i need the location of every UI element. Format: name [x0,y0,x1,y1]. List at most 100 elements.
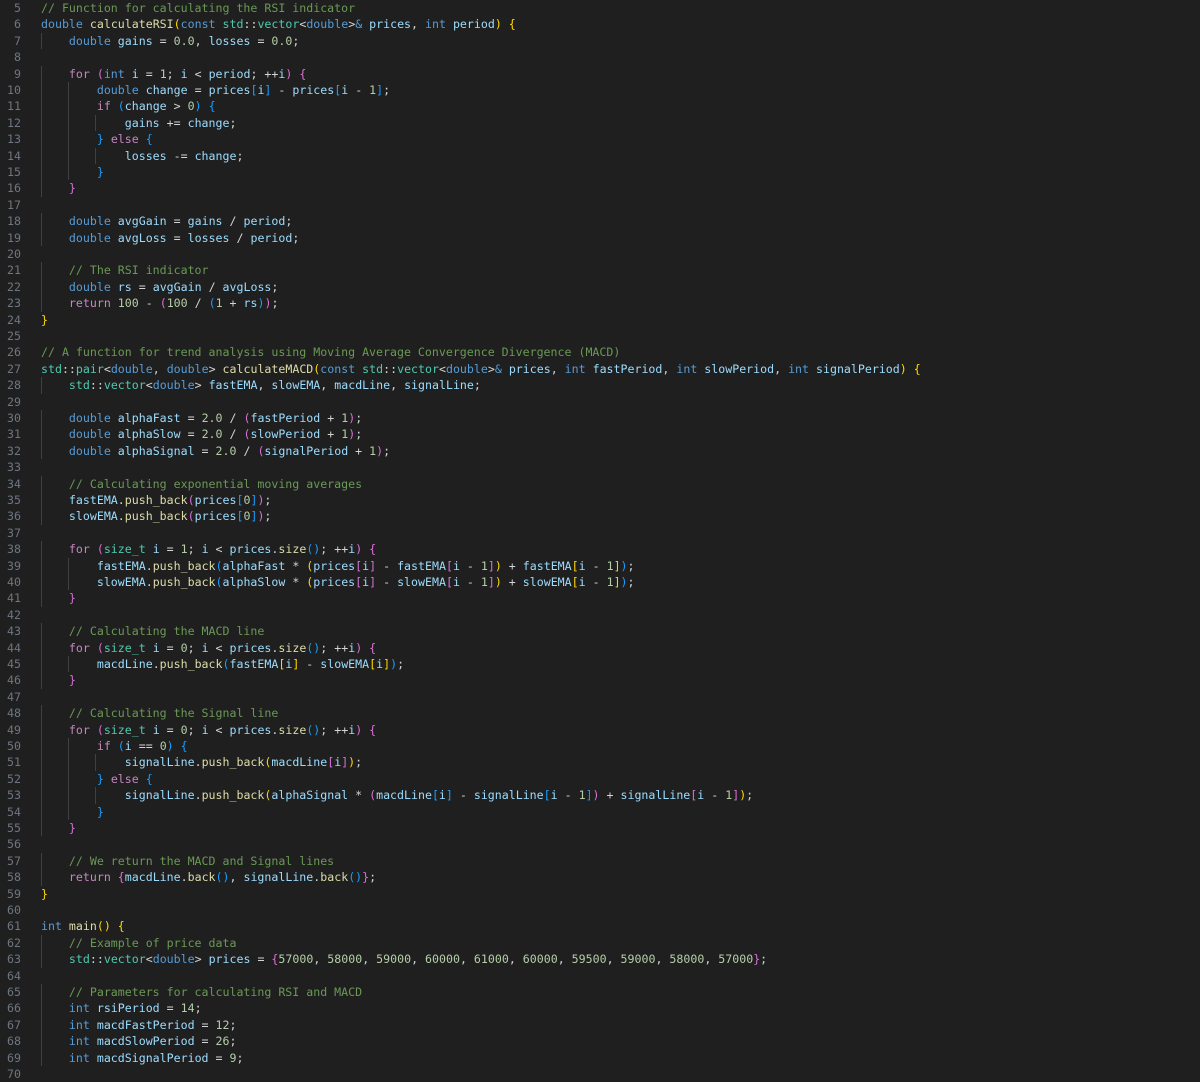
code-token: + [222,296,244,311]
code-token: :: [89,378,104,393]
code-token: 59000 [620,952,656,967]
code-text: } else { [41,771,153,787]
code-line[interactable]: 52 } else { [0,770,1200,788]
code-line[interactable]: 65 // Parameters for calculating RSI and… [0,984,1200,1001]
indent-guide [41,410,42,427]
code-line[interactable]: 8 [0,49,1200,65]
code-line[interactable]: 60 [0,902,1200,918]
code-line[interactable]: 68 int macdSlowPeriod = 26; [0,1033,1200,1050]
code-line[interactable]: 57 // We return the MACD and Signal line… [0,852,1200,870]
code-line[interactable]: 11 if (change > 0) { [0,98,1200,115]
code-token: change [187,115,230,130]
code-text: slowEMA.push_back(alphaSlow * (prices[i]… [41,574,635,590]
code-line[interactable]: 53 signalLine.push_back(alphaSignal * (m… [0,787,1200,804]
code-token: ; [264,509,272,524]
code-line[interactable]: 34 // Calculating exponential moving ave… [0,475,1200,492]
code-line[interactable]: 24} [0,312,1200,328]
code-line[interactable]: 6 double calculateRSI(const std::vector<d… [0,16,1200,32]
code-line[interactable]: 40 slowEMA.push_back(alphaSlow * (prices… [0,574,1200,591]
code-line[interactable]: 29 [0,394,1200,410]
code-line[interactable]: 27 std::pair<double, double> calculateMAC… [0,361,1200,377]
code-line[interactable]: 43 // Calculating the MACD line [0,623,1200,640]
code-line[interactable]: 7 double gains = 0.0, losses = 0.0; [0,32,1200,50]
code-token: ; [355,411,363,425]
code-line[interactable]: 20 [0,246,1200,262]
code-line[interactable]: 23 return 100 - (100 / (1 + rs)); [0,295,1200,312]
indent-guide [95,114,96,132]
code-line[interactable]: 44 for (size_t i = 0; i < prices.size();… [0,639,1200,656]
code-line[interactable]: 61 int main() { [0,918,1200,934]
code-line[interactable]: 22 double rs = avgGain / avgLoss; [0,278,1200,296]
code-line[interactable]: 41 } [0,590,1200,607]
code-line[interactable]: 51 signalLine.push_back(macdLine[i]); [0,754,1200,771]
code-line[interactable]: 67 int macdFastPeriod = 12; [0,1016,1200,1034]
code-line[interactable]: 48 // Calculating the Signal line [0,705,1200,722]
code-line[interactable]: 50 if (i == 0) { [0,738,1200,755]
code-line[interactable]: 28 std::vector<double> fastEMA, slowEMA,… [0,377,1200,394]
code-token: ; [383,443,391,458]
code-token: double [110,361,153,376]
code-line[interactable]: 39 fastEMA.push_back(alphaFast * (prices… [0,557,1200,574]
code-line[interactable]: 46 } [0,672,1200,689]
code-line[interactable]: 45 macdLine.push_back(fastEMA[i] - slowE… [0,656,1200,673]
code-line[interactable]: 30 double alphaFast = 2.0 / (fastPeriod … [0,410,1200,427]
code-line[interactable]: 70 [0,1066,1200,1082]
code-line[interactable]: 21 // The RSI indicator [0,262,1200,279]
code-line[interactable]: 33 [0,459,1200,475]
code-text: } [41,820,76,836]
code-token: ; [229,1017,237,1032]
code-line[interactable]: 37 [0,525,1200,541]
code-token: i [550,788,558,803]
line-number: 39 [7,558,21,573]
indent-guide [68,82,69,99]
code-line[interactable]: 56 [0,836,1200,852]
code-line[interactable]: 18 double avgGain = gains / period; [0,213,1200,230]
code-line[interactable]: 19 double avgLoss = losses / period; [0,229,1200,246]
code-line[interactable]: 32 double alphaSignal = 2.0 / (signalPer… [0,442,1200,460]
code-line[interactable]: 15 } [0,164,1200,181]
code-line[interactable]: 63 std::vector<double> prices = {57000, … [0,951,1200,968]
code-line[interactable]: 58 return {macdLine.back(), signalLine.b… [0,869,1200,886]
code-line[interactable]: 66 int rsiPeriod = 14; [0,1000,1200,1017]
code-line[interactable]: 35 fastEMA.push_back(prices[0]); [0,492,1200,509]
code-line[interactable]: 59} [0,886,1200,902]
code-line[interactable]: 49 for (size_t i = 0; i < prices.size();… [0,721,1200,738]
code-line[interactable]: 42 [0,607,1200,623]
code-line[interactable]: 17 [0,197,1200,213]
code-line[interactable]: 64 [0,968,1200,984]
line-number: 41 [7,591,21,606]
code-editor[interactable]: 5 // Function for calculating the RSI ind… [0,0,1200,1081]
code-line[interactable]: 47 [0,689,1200,705]
code-line[interactable]: 5 // Function for calculating the RSI ind… [0,0,1200,16]
code-token: ( [96,66,104,81]
code-line[interactable]: 31 double alphaSlow = 2.0 / (slowPeriod … [0,426,1200,443]
line-number: 19 [7,230,21,245]
code-token: // The RSI indicator [68,263,209,278]
code-line[interactable]: 36 slowEMA.push_back(prices[0]); [0,508,1200,525]
code-line[interactable]: 16 } [0,180,1200,197]
code-line[interactable]: 69 int macdSignalPeriod = 9; [0,1049,1200,1066]
code-line[interactable]: 25 [0,328,1200,344]
line-number: 62 [7,935,21,950]
code-line[interactable]: 38 for (size_t i = 1; i < prices.size();… [0,541,1200,558]
line-number: 48 [7,706,21,721]
code-text: // Parameters for calculating RSI and MA… [41,984,362,1000]
code-line[interactable]: 54 } [0,803,1200,820]
code-token: double [152,378,195,393]
code-token: - [376,575,398,589]
code-token: :: [61,361,76,376]
code-line[interactable]: 26 // A function for trend analysis using… [0,344,1200,360]
code-token: , [704,952,719,967]
code-token: . [194,788,202,803]
code-token: // Parameters for calculating RSI and MA… [68,985,363,999]
code-token: slowEMA [397,575,446,589]
code-line[interactable]: 55 } [0,820,1200,837]
code-line[interactable]: 10 double change = prices[i] - prices[i … [0,82,1200,99]
code-line[interactable]: 9 for (int i = 1; i < period; ++i) { [0,65,1200,82]
code-line[interactable]: 62 // Example of price data [0,934,1200,952]
code-line[interactable]: 12 gains += change; [0,114,1200,132]
code-line[interactable]: 13 } else { [0,131,1200,148]
code-line[interactable]: 14 losses -= change; [0,147,1200,164]
